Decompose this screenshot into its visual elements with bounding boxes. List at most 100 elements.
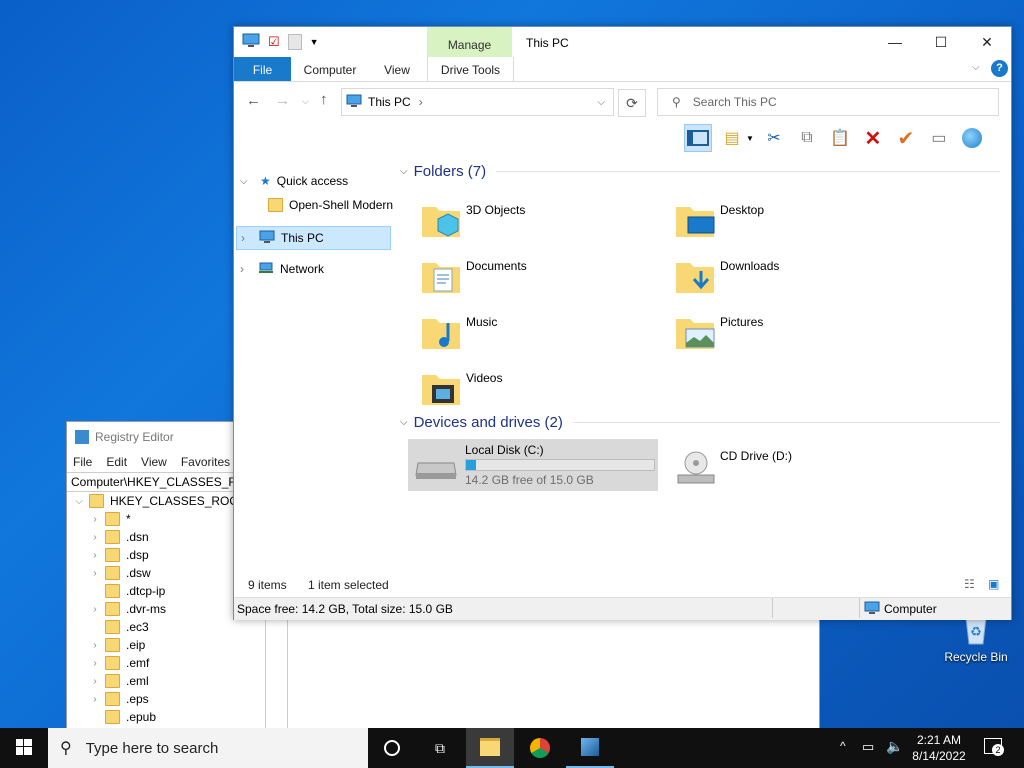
task-view-button[interactable]: ⧉ <box>416 728 464 768</box>
details-view-icon[interactable]: ☷ <box>964 577 975 591</box>
tree-key[interactable]: .epub <box>67 708 265 726</box>
expand-icon[interactable]: › <box>89 604 101 615</box>
large-icons-view-icon[interactable]: ▣ <box>988 577 999 591</box>
properties-check-icon[interactable]: ✔ <box>893 125 919 151</box>
show-hidden-icons-button[interactable]: ^ <box>840 739 846 753</box>
close-button[interactable]: ✕ <box>964 27 1010 57</box>
folder-videos[interactable]: Videos <box>414 363 654 415</box>
this-pc-icon <box>346 94 362 111</box>
up-button[interactable]: ↑ <box>320 91 328 108</box>
address-bar[interactable]: This PC › ⌵ <box>341 88 614 116</box>
expand-icon[interactable]: › <box>89 532 101 543</box>
drive-cd-d[interactable]: CD Drive (D:) <box>668 439 918 491</box>
regedit-values-pane[interactable] <box>287 618 818 728</box>
expand-icon[interactable]: › <box>89 658 101 669</box>
tab-drive-tools[interactable]: Drive Tools <box>427 57 514 81</box>
navigation-pane[interactable]: ⌵ ★ Quick access Open-Shell Modern › Thi… <box>234 157 394 577</box>
expand-icon[interactable]: › <box>89 514 101 525</box>
paste-icon[interactable]: 📋 <box>827 125 853 151</box>
search-box[interactable]: ⚲ Search This PC <box>657 88 999 116</box>
content-pane[interactable]: ⌵ Folders (7) 3D Objects Desktop Documen… <box>394 157 1011 577</box>
navigation-pane-icon[interactable] <box>684 124 712 152</box>
nav-quick-access[interactable]: ⌵ ★ Quick access <box>240 170 348 192</box>
delete-icon[interactable]: ✕ <box>860 125 886 151</box>
nav-network[interactable]: › Network <box>240 258 324 280</box>
maximize-button[interactable]: ☐ <box>918 27 964 57</box>
clock[interactable]: 2:21 AM 8/14/2022 <box>910 732 968 764</box>
windows-logo-icon <box>16 738 32 758</box>
collapse-icon[interactable]: ⌵ <box>400 166 408 177</box>
manage-context-tab[interactable]: Manage <box>427 27 512 57</box>
tab-view[interactable]: View <box>374 57 420 81</box>
new-folder-icon[interactable] <box>287 34 302 50</box>
tree-key[interactable]: › .eml <box>67 672 265 690</box>
expand-icon[interactable]: › <box>89 640 101 651</box>
open-shell-icon[interactable] <box>959 125 985 151</box>
taskbar-chrome[interactable] <box>516 728 564 768</box>
nav-pinned-open-shell-modern[interactable]: Open-Shell Modern <box>268 194 393 216</box>
tab-file[interactable]: File <box>234 57 291 81</box>
folder-icon <box>105 548 120 562</box>
refresh-button[interactable]: ⟳ <box>618 89 646 117</box>
network-status-icon[interactable]: ▭ <box>862 739 874 755</box>
back-button[interactable]: ← <box>246 92 261 109</box>
collapse-icon[interactable]: ⌵ <box>400 417 408 428</box>
cut-icon[interactable]: ✂ <box>761 125 787 151</box>
tree-key[interactable]: › .eip <box>67 636 265 654</box>
folder-pictures[interactable]: Pictures <box>668 307 908 359</box>
ribbon-expand-icon[interactable]: ⌵ <box>972 62 980 73</box>
help-icon[interactable]: ? <box>991 60 1008 77</box>
this-pc-icon <box>242 33 260 52</box>
layout-icon[interactable]: ▤ <box>719 125 745 151</box>
regedit-menu-edit[interactable]: Edit <box>106 455 127 469</box>
tree-key[interactable]: › .emf <box>67 654 265 672</box>
expand-icon[interactable]: › <box>89 676 101 687</box>
this-pc-icon <box>259 230 275 247</box>
expand-icon[interactable]: › <box>240 262 254 276</box>
tree-key[interactable]: .ec3 <box>67 618 265 636</box>
regedit-menu-view[interactable]: View <box>141 455 167 469</box>
address-dropdown-icon[interactable]: ⌵ <box>597 97 605 108</box>
expand-icon[interactable]: › <box>89 550 101 561</box>
folder-documents[interactable]: Documents <box>414 251 654 303</box>
volume-icon[interactable]: 🔈 <box>886 738 903 755</box>
tree-key[interactable]: › .eps <box>67 690 265 708</box>
folder-music[interactable]: Music <box>414 307 654 359</box>
action-center-button[interactable]: 2 <box>984 738 1004 758</box>
folders-group-header[interactable]: ⌵ Folders (7) <box>400 163 1000 180</box>
regedit-address-bar[interactable]: Computer\HKEY_CLASSES_ROOT <box>67 472 233 492</box>
nav-this-pc[interactable]: › This PC <box>236 226 391 250</box>
taskbar-file-explorer[interactable] <box>466 728 514 768</box>
drive-local-disk-c[interactable]: Local Disk (C:) 14.2 GB free of 15.0 GB <box>408 439 658 491</box>
cortana-button[interactable] <box>368 728 416 768</box>
folder-icon <box>268 198 283 212</box>
address-breadcrumb-this-pc[interactable]: This PC <box>368 95 411 109</box>
taskbar-search-box[interactable]: ⚲ Type here to search <box>48 728 368 768</box>
expand-icon[interactable]: › <box>89 568 101 579</box>
folder-downloads[interactable]: Downloads <box>668 251 908 303</box>
folder-desktop[interactable]: Desktop <box>668 195 908 247</box>
tab-computer[interactable]: Computer <box>298 57 362 81</box>
expand-icon[interactable]: › <box>241 231 255 245</box>
properties-icon[interactable]: ☑ <box>268 34 280 50</box>
recent-locations-button[interactable]: ⌵ <box>302 96 309 107</box>
collapse-icon[interactable]: ⌵ <box>240 176 254 187</box>
copy-icon[interactable]: ⧉ <box>794 125 820 151</box>
collapse-icon[interactable]: ⌵ <box>73 496 85 507</box>
rename-icon[interactable]: ▭ <box>926 125 952 151</box>
desktop-folder-icon <box>674 199 718 243</box>
forward-button[interactable]: → <box>275 92 290 109</box>
selection-count: 1 item selected <box>308 578 389 592</box>
expand-icon[interactable]: › <box>89 694 101 705</box>
layout-dropdown-icon[interactable]: ▼ <box>746 134 754 143</box>
minimize-button[interactable]: — <box>872 27 918 57</box>
folder-3d-objects[interactable]: 3D Objects <box>414 195 654 247</box>
explorer-window[interactable]: ☑ ▼ Manage This PC — ☐ ✕ File Computer V… <box>233 26 1012 620</box>
regedit-menu-favorites[interactable]: Favorites <box>181 455 230 469</box>
taskbar-registry-editor[interactable] <box>566 728 614 768</box>
devices-group-header[interactable]: ⌵ Devices and drives (2) <box>400 414 1000 431</box>
regedit-menu-file[interactable]: File <box>73 455 92 469</box>
breadcrumb-chevron-icon[interactable]: › <box>419 95 423 109</box>
start-button[interactable] <box>0 728 48 768</box>
customize-dropdown-icon[interactable]: ▼ <box>310 37 319 47</box>
